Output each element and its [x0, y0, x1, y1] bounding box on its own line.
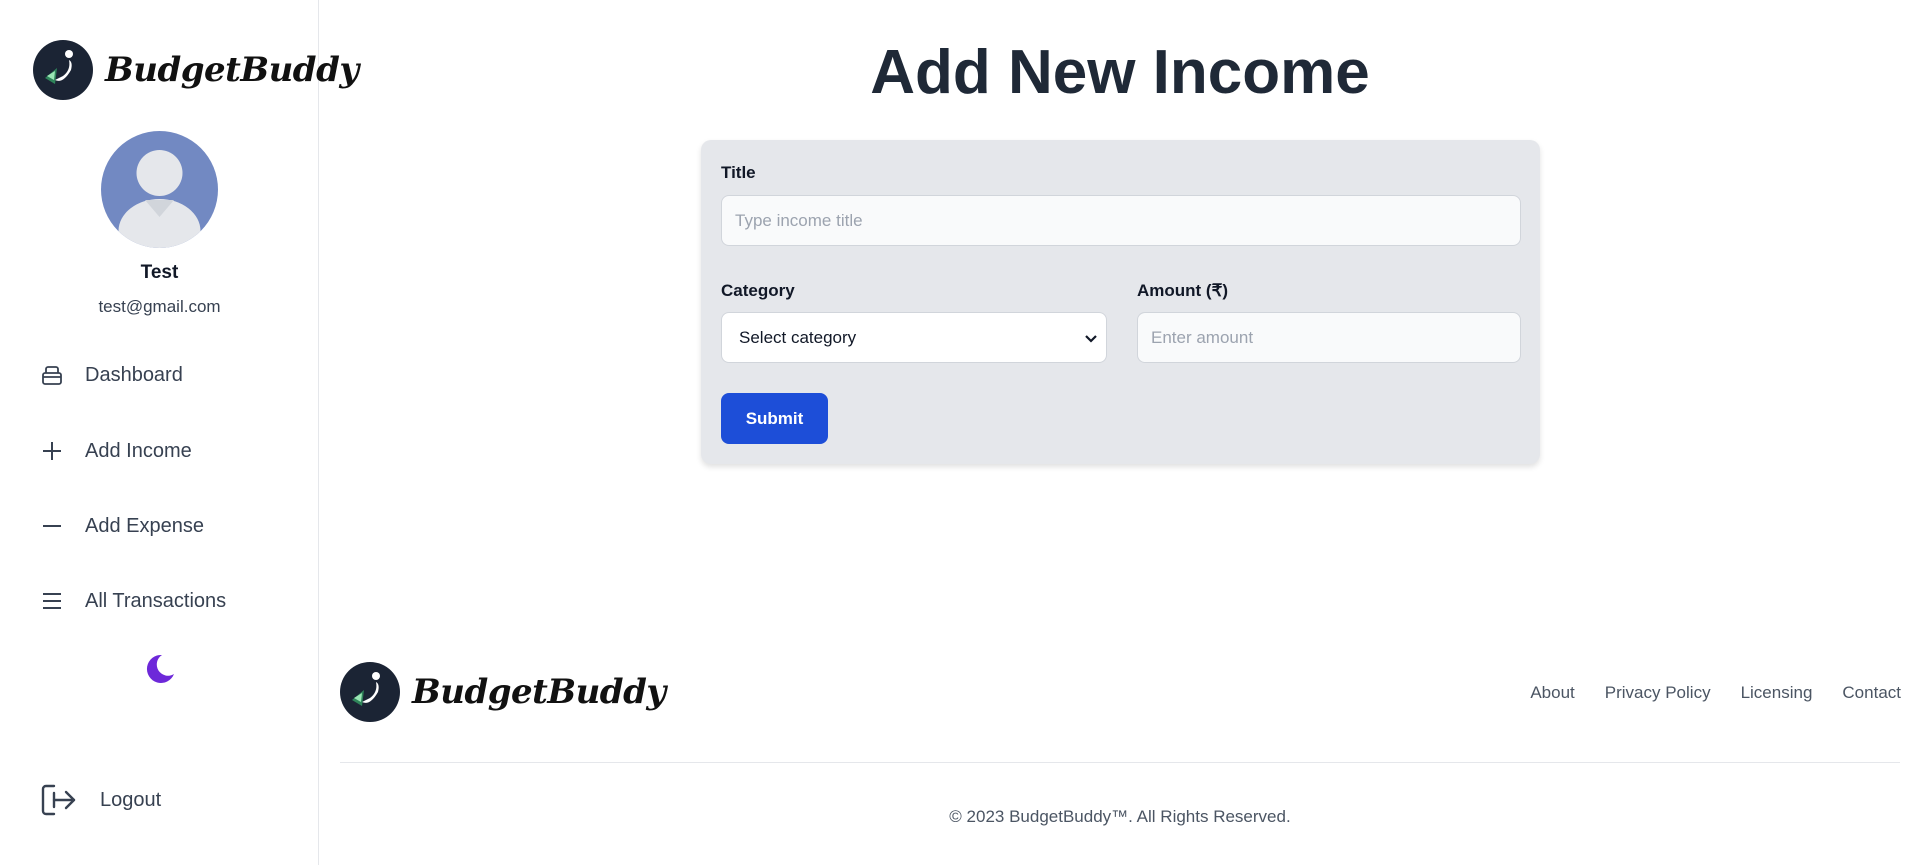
logo-icon	[33, 40, 93, 100]
footer-link-licensing[interactable]: Licensing	[1741, 683, 1813, 703]
brand-name: BudgetBuddy	[412, 672, 666, 712]
plus-icon	[40, 439, 64, 463]
avatar	[101, 131, 218, 248]
footer-link-privacy-policy[interactable]: Privacy Policy	[1605, 683, 1711, 703]
user-name: Test	[140, 262, 179, 283]
minus-icon	[40, 514, 64, 538]
logout-label: Logout	[100, 788, 162, 811]
category-label: Category	[721, 281, 795, 300]
moon-icon	[142, 654, 176, 690]
amount-label: Amount (₹)	[1137, 281, 1229, 300]
logout-button[interactable]: Logout	[40, 783, 161, 817]
menu-icon	[40, 589, 64, 613]
sidebar-item-label: Add Income	[85, 439, 192, 462]
title-label: Title	[721, 163, 756, 182]
add-income-form: Title Category Select category Amount (₹…	[701, 140, 1540, 464]
sidebar-item-label: All Transactions	[85, 589, 227, 612]
sidebar-item-add-expense[interactable]: Add Expense	[40, 514, 204, 538]
category-selected-value: Select category	[739, 327, 857, 347]
copyright: © 2023 BudgetBuddy™. All Rights Reserved…	[949, 807, 1291, 826]
user-email: test@gmail.com	[98, 297, 221, 316]
amount-input[interactable]	[1137, 312, 1521, 363]
footer-divider	[340, 762, 1900, 763]
footer-link-about[interactable]: About	[1530, 683, 1574, 703]
logout-icon	[40, 783, 78, 817]
submit-button[interactable]: Submit	[721, 393, 828, 444]
theme-toggle-button[interactable]	[142, 652, 176, 686]
sidebar-logo[interactable]: BudgetBuddy	[33, 40, 359, 100]
category-select[interactable]: Select category	[721, 312, 1107, 363]
sidebar-item-label: Add Expense	[85, 514, 204, 537]
sidebar: BudgetBuddy Test test@gmail.com Dashboar…	[0, 0, 359, 865]
page-title: Add New Income	[870, 38, 1370, 107]
sidebar-item-add-income[interactable]: Add Income	[40, 439, 192, 463]
footer-logo[interactable]: BudgetBuddy	[340, 662, 666, 722]
sidebar-item-label: Dashboard	[85, 363, 183, 386]
title-input[interactable]	[721, 195, 1521, 246]
footer-link-contact[interactable]: Contact	[1842, 683, 1901, 703]
logo-icon	[340, 662, 400, 722]
chevron-down-icon	[1084, 330, 1098, 344]
dashboard-icon	[40, 363, 64, 387]
sidebar-item-all-transactions[interactable]: All Transactions	[40, 589, 226, 613]
footer-links: About Privacy Policy Licensing Contact	[1500, 683, 1901, 703]
sidebar-item-dashboard[interactable]: Dashboard	[40, 363, 183, 387]
